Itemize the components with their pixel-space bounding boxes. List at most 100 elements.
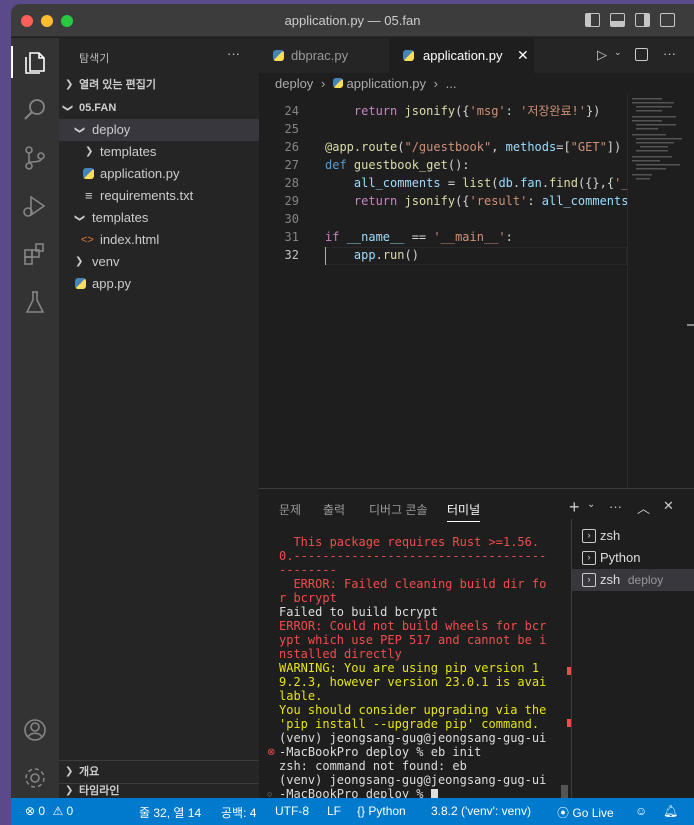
terminal-line: ERROR: Failed cleaning build dir for bcr… [279, 577, 547, 605]
tree-item-templates[interactable]: ❯ templates [59, 207, 259, 229]
workspace-root[interactable]: ❯ 05.FAN [59, 97, 259, 119]
source-control-icon[interactable] [21, 144, 49, 172]
tab-debug-console[interactable]: 디버그 콘솔 [369, 501, 428, 518]
terminal-scrollbar[interactable] [561, 785, 568, 799]
chevron-down-icon: ❯ [62, 103, 74, 113]
tree-item-deploy-templates[interactable]: ❯ templates [59, 141, 259, 163]
line-number: 27 [284, 158, 299, 172]
new-terminal-icon[interactable]: + [569, 497, 580, 518]
more-actions-icon[interactable]: ··· [609, 499, 622, 514]
tree-item-label: venv [92, 254, 120, 269]
accounts-icon[interactable] [21, 716, 49, 744]
close-tab-icon[interactable]: ✕ [517, 38, 529, 73]
problems-status[interactable]: ⊗ 0 ⚠ 0 [25, 804, 73, 818]
close-panel-icon[interactable]: ✕ [663, 498, 674, 514]
terminal-item-python[interactable]: › Python [572, 547, 694, 569]
terminal-item-zsh-deploy[interactable]: › zsh deploy [572, 569, 694, 591]
minimap[interactable] [627, 93, 687, 488]
line-number: 30 [284, 212, 299, 226]
search-icon[interactable] [21, 96, 49, 124]
toggle-sidebar-icon[interactable] [585, 13, 600, 27]
vscode-window: application.py — 05.fan 탐색기 ··· ❯ 열려 있는 … [11, 4, 694, 825]
chevron-right-icon: ❯ [65, 79, 74, 90]
tab-label: dbprac.py [291, 48, 349, 63]
account-feedback-icon[interactable]: ☺ [635, 804, 647, 818]
terminal-icon: › [582, 529, 596, 543]
line-number: 25 [284, 122, 299, 136]
tab-application-py[interactable]: application.py ✕ [389, 38, 534, 73]
run-debug-icon[interactable] [21, 192, 49, 220]
go-live-button[interactable]: ⦿ Go Live [557, 804, 614, 821]
terminal-subtitle: deploy [627, 573, 664, 587]
editor-tabs: dbprac.py application.py ✕ ▷ ⌄ ··· [259, 38, 694, 73]
tab-terminal[interactable]: 터미널 [447, 501, 481, 522]
explorer-header: 탐색기 [79, 53, 110, 65]
tree-item-index-html[interactable]: <> index.html [59, 229, 259, 251]
tree-item-application-py[interactable]: application.py [59, 163, 259, 185]
timeline-label: 타임라인 [79, 785, 120, 797]
indentation[interactable]: 공백: 4 [221, 804, 256, 821]
bottom-panel: 문제 출력 디버그 콘솔 터미널 + ⌄ ··· ︿ ✕ This packag… [259, 488, 694, 801]
code-line: def guestbook_get(): [325, 158, 470, 172]
tree-item-requirements-txt[interactable]: ≡ requirements.txt [59, 185, 259, 207]
explorer-sidebar: 탐색기 ··· ❯ 열려 있는 편집기 ❯ 05.FAN ❯ deploy ❯ … [59, 38, 259, 798]
editor-area: dbprac.py application.py ✕ ▷ ⌄ ··· deplo… [259, 38, 694, 488]
encoding[interactable]: UTF-8 [275, 804, 309, 818]
line-number: 24 [284, 104, 299, 118]
toggle-panel-icon[interactable] [610, 13, 625, 27]
python-file-icon [332, 78, 343, 88]
manage-gear-icon[interactable] [21, 764, 49, 792]
breadcrumb: deploy › application.py › ... [275, 76, 457, 91]
tree-item-label: deploy [92, 122, 131, 137]
code-line: @app.route("/guestbook", methods=["GET"]… [325, 140, 622, 154]
error-count: 0 [38, 804, 46, 818]
terminal-line: (venv) jeongsang-gug@jeongsang-gug-ui-Ma… [279, 731, 547, 759]
language-mode[interactable]: {} Python [357, 804, 406, 818]
code-line: all_comments = list(db.fan.find({},{'_ [353, 176, 629, 190]
explorer-more-button[interactable]: ··· [227, 46, 240, 61]
explorer-icon[interactable] [21, 48, 49, 76]
chevron-right-icon: ❯ [75, 256, 84, 267]
tab-dbprac-py[interactable]: dbprac.py [259, 38, 389, 73]
run-python-file-icon[interactable]: ▷ [597, 47, 607, 63]
chevron-right-icon: ❯ [85, 146, 94, 157]
toggle-secondary-sidebar-icon[interactable] [635, 13, 650, 27]
line-number: 32 [284, 248, 299, 262]
active-indicator [11, 46, 13, 78]
python-file-icon [75, 278, 86, 289]
terminal-name: zsh [600, 572, 621, 587]
terminal-line: (venv) jeongsang-gug@jeongsang-gug-ui-Ma… [279, 773, 547, 801]
code-line: return jsonify({'result': all_comments [353, 194, 629, 208]
customize-layout-icon[interactable] [660, 13, 675, 27]
cursor-position[interactable]: 줄 32, 열 14 [139, 804, 201, 821]
chevron-down-icon[interactable]: ⌄ [587, 499, 595, 510]
breadcrumb-file[interactable]: application.py [347, 76, 427, 91]
open-editors-section[interactable]: ❯ 열려 있는 편집기 [59, 74, 259, 96]
terminal-name: zsh [600, 528, 621, 543]
terminal-item-zsh[interactable]: › zsh [572, 525, 694, 547]
split-editor-icon[interactable] [635, 48, 648, 61]
line-number: 28 [284, 176, 299, 190]
tree-item-app-py[interactable]: app.py [59, 273, 259, 295]
code-line: if __name__ == '__main__': [325, 230, 513, 244]
breadcrumb-more[interactable]: ... [446, 76, 457, 91]
terminal-line: Failed to build bcrypt [279, 605, 438, 619]
tree-item-venv[interactable]: ❯ venv [59, 251, 259, 273]
tab-problems[interactable]: 문제 [279, 501, 301, 518]
python-interpreter[interactable]: 3.8.2 ('venv': venv) [431, 804, 531, 818]
notifications-bell-icon[interactable]: 🔔︎ [663, 804, 678, 818]
extensions-icon[interactable] [21, 240, 49, 268]
warning-icon: ⚠ [52, 804, 64, 818]
maximize-panel-icon[interactable]: ︿ [637, 498, 650, 517]
timeline-section[interactable]: ❯ 타임라인 [59, 784, 259, 798]
chevron-down-icon[interactable]: ⌄ [614, 47, 622, 58]
tree-item-deploy[interactable]: ❯ deploy [59, 119, 259, 141]
breadcrumb-folder[interactable]: deploy [275, 76, 313, 91]
outline-section[interactable]: ❯ 개요 [59, 761, 259, 783]
outline-label: 개요 [79, 766, 100, 778]
end-of-line[interactable]: LF [327, 804, 341, 818]
more-actions-icon[interactable]: ··· [663, 46, 676, 61]
tab-output[interactable]: 출력 [323, 501, 345, 518]
testing-flask-icon[interactable] [21, 288, 49, 316]
status-bar: ⊗ 0 ⚠ 0 줄 32, 열 14 공백: 4 UTF-8 LF {} Pyt… [11, 798, 694, 825]
